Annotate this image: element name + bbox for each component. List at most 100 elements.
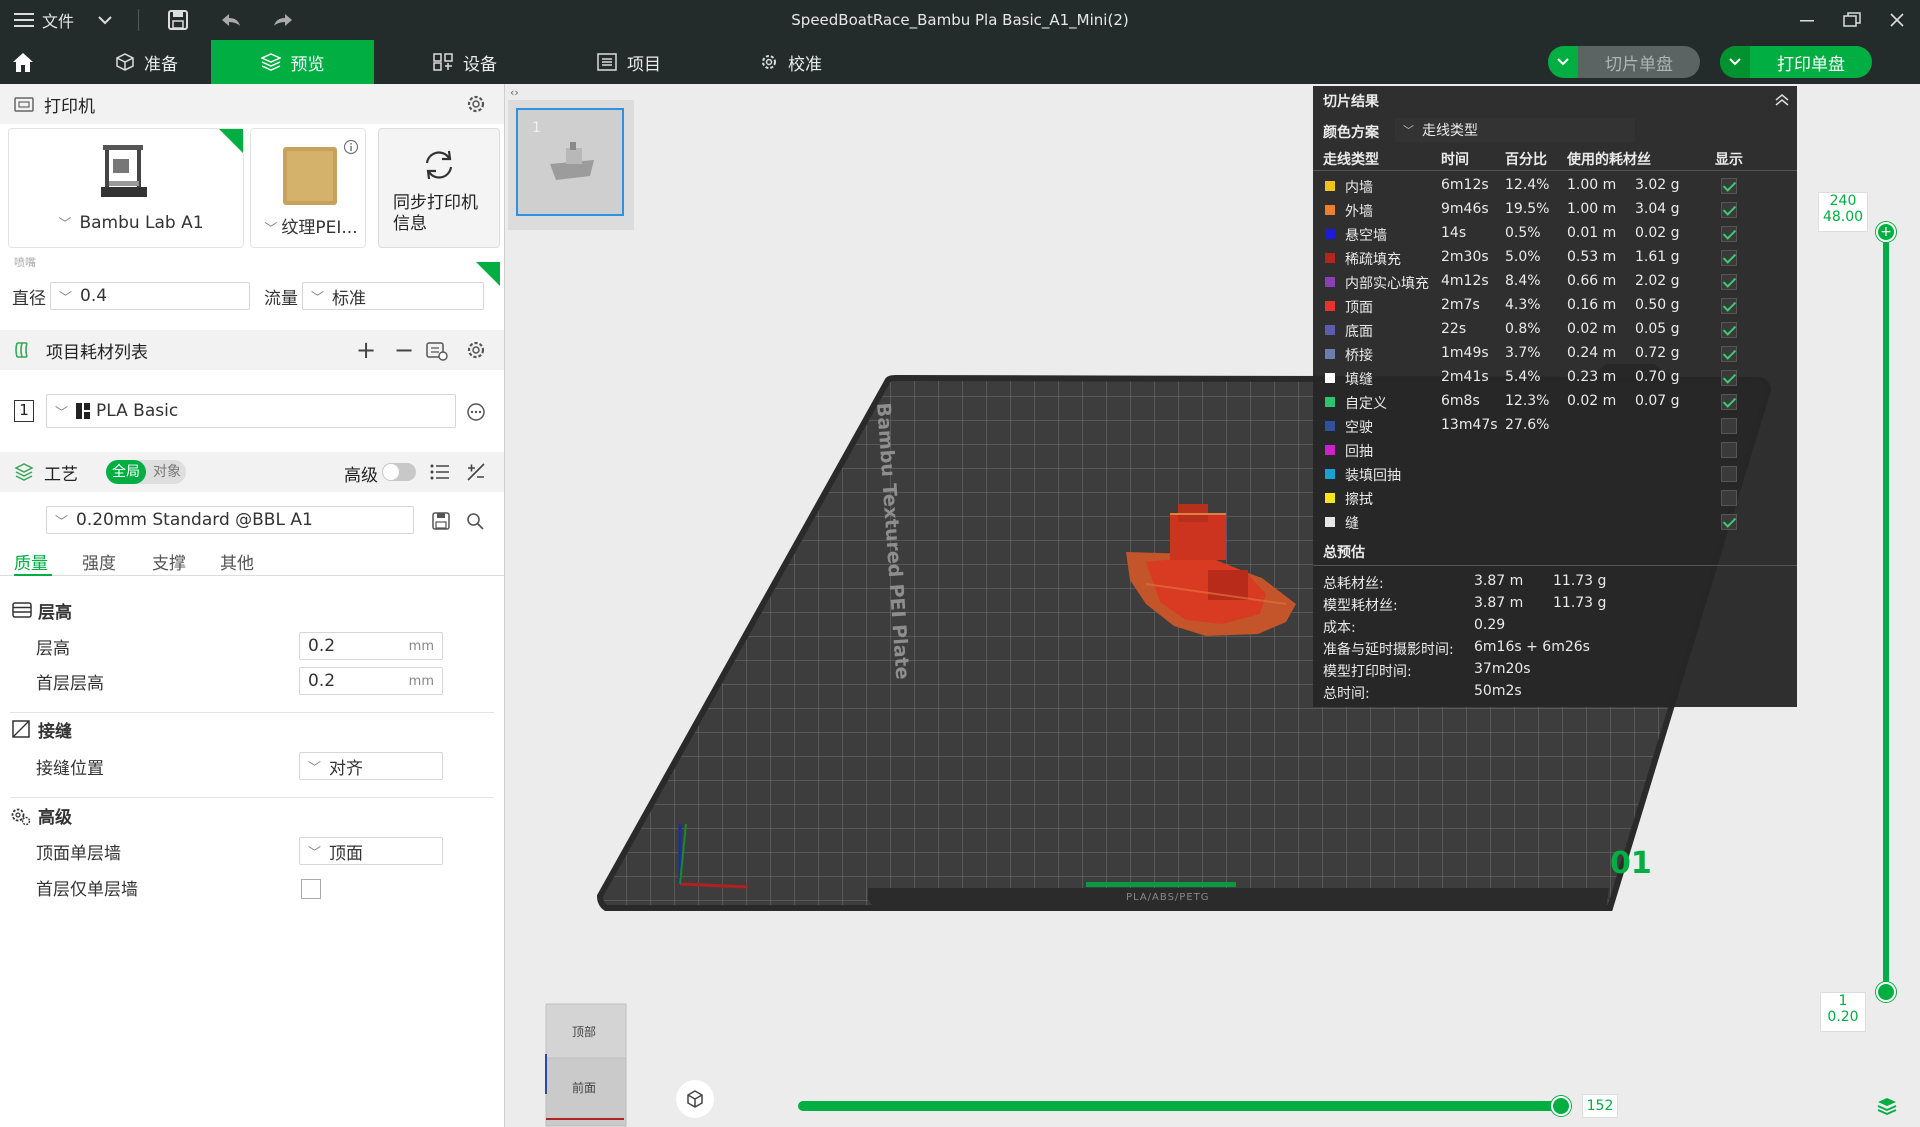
feature-length: 0.66 m [1567, 273, 1617, 289]
slice-plate-button[interactable]: 切片单盘 [1548, 46, 1700, 78]
first-layer-height-input[interactable]: 0.2 mm [299, 667, 443, 695]
top-wall-select[interactable]: ﹀ 顶面 [299, 837, 443, 865]
feature-weight: 0.72 g [1635, 345, 1680, 361]
process-preset-select[interactable]: ﹀ 0.20mm Standard @BBL A1 [46, 506, 414, 534]
filament-settings-icon[interactable] [466, 340, 486, 360]
feature-name: 桥接 [1345, 348, 1373, 364]
advanced-switch[interactable] [382, 463, 416, 481]
move-slider-handle[interactable] [1551, 1096, 1571, 1116]
top-layer-handle[interactable]: + [1876, 222, 1896, 242]
bottom-layer-handle[interactable] [1876, 982, 1896, 1002]
header-percent: 百分比 [1505, 152, 1547, 168]
subtab-other[interactable]: 其他 [220, 549, 254, 574]
printer-section-header: 打印机 [0, 84, 504, 124]
chevron-down-icon: ﹀ [55, 514, 69, 530]
view-cube-front-label[interactable]: 前面 [572, 1079, 596, 1096]
feature-visibility-checkbox[interactable] [1721, 298, 1737, 314]
sync-printer-button[interactable]: 同步打印机信息 [378, 128, 500, 248]
redo-button[interactable] [272, 0, 294, 40]
feature-visibility-checkbox[interactable] [1721, 418, 1737, 434]
filament-select[interactable]: ﹀ PLA Basic [46, 394, 456, 428]
feature-length: 1.00 m [1567, 201, 1617, 217]
undo-button[interactable] [220, 0, 242, 40]
toggle-global[interactable]: 全局 [106, 460, 146, 484]
estimate-value-b: 11.73 g [1553, 573, 1607, 589]
title-bar: 文件 SpeedBoatRace_Bambu Pla Basic_A1_Mini… [0, 0, 1920, 40]
fit-view-button[interactable] [676, 1080, 714, 1118]
save-button[interactable] [168, 0, 188, 40]
view-cube-top-label[interactable]: 顶部 [572, 1023, 596, 1040]
feature-visibility-checkbox[interactable] [1721, 250, 1737, 266]
filament-sync-icon[interactable] [426, 341, 448, 361]
feature-visibility-checkbox[interactable] [1721, 178, 1737, 194]
search-icon[interactable] [466, 512, 484, 530]
slice-result-panel: 切片结果 颜色方案 ﹀ 走线类型 走线类型 时间 百分比 使用的耗材丝 显示 内… [1313, 86, 1797, 707]
feature-visibility-checkbox[interactable] [1721, 490, 1737, 506]
home-button[interactable] [0, 40, 46, 84]
move-slider[interactable] [798, 1101, 1561, 1111]
home-icon [11, 51, 35, 73]
restore-button[interactable] [1843, 0, 1861, 40]
tab-calibration[interactable]: 校准 [726, 40, 856, 84]
feature-weight: 0.02 g [1635, 225, 1680, 241]
collapse-panel-icon[interactable] [1775, 94, 1789, 106]
feature-visibility-checkbox[interactable] [1721, 514, 1737, 530]
feature-visibility-checkbox[interactable] [1721, 346, 1737, 362]
feature-time: 14s [1441, 225, 1467, 241]
subtab-support[interactable]: 支撑 [152, 549, 186, 574]
info-icon[interactable] [343, 139, 359, 155]
printer-card[interactable]: ﹀ Bambu Lab A1 [8, 128, 244, 248]
feature-visibility-checkbox[interactable] [1721, 202, 1737, 218]
feature-visibility-checkbox[interactable] [1721, 322, 1737, 338]
subtab-quality[interactable]: 质量 [14, 549, 48, 574]
tab-project[interactable]: 项目 [564, 40, 694, 84]
first-layer-wall-checkbox[interactable] [301, 879, 321, 899]
feature-time: 9m46s [1441, 201, 1489, 217]
feature-weight: 0.07 g [1635, 393, 1680, 409]
add-filament-button[interactable]: + [356, 336, 376, 364]
flow-select[interactable]: ﹀ 标准 [302, 282, 484, 310]
tab-prepare[interactable]: 准备 [82, 40, 212, 84]
feature-name: 空驶 [1345, 420, 1373, 436]
save-preset-icon[interactable] [432, 512, 450, 530]
feature-visibility-checkbox[interactable] [1721, 370, 1737, 386]
print-dropdown-button[interactable] [1720, 46, 1750, 78]
subtab-strength[interactable]: 强度 [82, 549, 116, 574]
menu-dropdown-button[interactable] [98, 0, 112, 40]
color-scheme-select[interactable]: ﹀ 走线类型 [1395, 118, 1635, 142]
more-options-icon[interactable] [466, 402, 486, 422]
slice-table-row: 内部实心填充 4m12s 8.4% 0.66 m 2.02 g [1313, 270, 1797, 294]
printer-model-icon [99, 141, 149, 201]
diameter-select[interactable]: ﹀ 0.4 [50, 282, 250, 310]
layer-height-input[interactable]: 0.2 mm [299, 632, 443, 660]
seam-position-select[interactable]: ﹀ 对齐 [299, 752, 443, 780]
remove-filament-button[interactable]: − [394, 336, 414, 364]
tab-preview[interactable]: 预览 [211, 40, 374, 84]
file-menu[interactable]: 文件 [14, 0, 74, 40]
feature-visibility-checkbox[interactable] [1721, 394, 1737, 410]
feature-visibility-checkbox[interactable] [1721, 274, 1737, 290]
plate-selector[interactable]: ﹀ 纹理PEI... [251, 213, 367, 238]
feature-name: 内部实心填充 [1345, 276, 1429, 292]
slice-table-row: 内墙 6m12s 12.4% 1.00 m 3.02 g [1313, 174, 1797, 198]
global-object-toggle[interactable]: 全局 对象 [106, 460, 186, 484]
plate-number: 01 [1610, 846, 1652, 881]
feature-visibility-checkbox[interactable] [1721, 442, 1737, 458]
minimize-button[interactable] [1800, 0, 1814, 40]
close-button[interactable] [1890, 0, 1904, 40]
list-view-icon[interactable] [430, 464, 450, 480]
toggle-object[interactable]: 对象 [148, 460, 186, 484]
slice-dropdown-button[interactable] [1548, 46, 1578, 78]
feature-name: 稀疏填充 [1345, 252, 1401, 268]
printer-settings-icon[interactable] [466, 94, 486, 114]
feature-visibility-checkbox[interactable] [1721, 466, 1737, 482]
compare-icon[interactable] [466, 462, 486, 482]
tab-device[interactable]: 设备 [400, 40, 530, 84]
layer-range-slider[interactable] [1883, 232, 1889, 992]
feature-visibility-checkbox[interactable] [1721, 226, 1737, 242]
estimate-value-a: 6m16s + 6m26s [1474, 639, 1590, 655]
print-plate-button[interactable]: 打印单盘 [1720, 46, 1872, 78]
layers-icon[interactable] [1876, 1096, 1898, 1116]
plate-card[interactable]: ﹀ 纹理PEI... [250, 128, 366, 248]
printer-selector[interactable]: ﹀ Bambu Lab A1 [9, 213, 245, 233]
